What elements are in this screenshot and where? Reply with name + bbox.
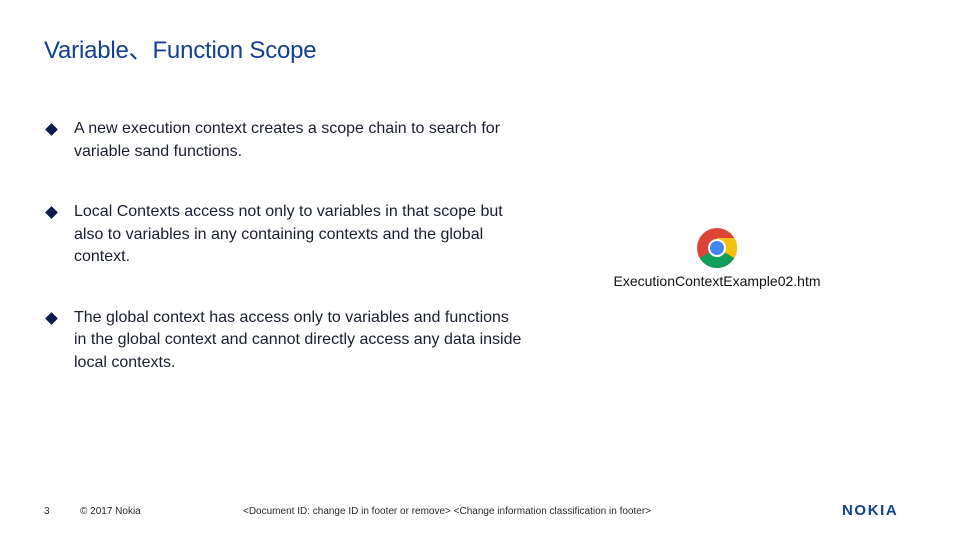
bullet-text: The global context has access only to va…: [74, 308, 522, 371]
diamond-bullet-icon: [45, 311, 58, 325]
bullet-text: A new execution context creates a scope …: [74, 120, 501, 160]
bullet-item: The global context has access only to va…: [44, 307, 524, 375]
bullet-item: A new execution context creates a scope …: [44, 118, 524, 163]
copyright-text: © 2017 Nokia: [80, 506, 141, 517]
slide-title: Variable、Function Scope: [44, 37, 317, 64]
nokia-logo: NOKIA: [842, 502, 899, 519]
embedded-file-attachment[interactable]: ExecutionContextExample02.htm: [592, 226, 842, 289]
chrome-icon[interactable]: [695, 226, 739, 270]
bullet-text: Local Contexts access not only to variab…: [74, 203, 503, 265]
diamond-bullet-icon: [45, 206, 58, 219]
slide-footer: 3 © 2017 Nokia <Document ID: change ID i…: [0, 506, 960, 520]
diamond-bullet-icon: [45, 123, 58, 136]
page-number: 3: [44, 506, 50, 517]
document-info-text: <Document ID: change ID in footer or rem…: [243, 506, 651, 517]
bullet-list: A new execution context creates a scope …: [44, 118, 524, 412]
bullet-item: Local Contexts access not only to variab…: [44, 201, 524, 269]
file-name-label[interactable]: ExecutionContextExample02.htm: [592, 273, 842, 289]
